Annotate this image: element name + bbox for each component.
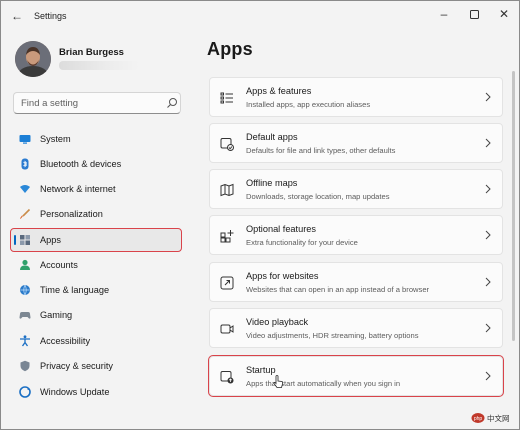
network-icon <box>20 185 30 193</box>
profile-photo <box>15 41 51 77</box>
sidebar-item-label: Accessibility <box>40 336 91 346</box>
avatar[interactable] <box>15 41 51 77</box>
sidebar-item-label: Apps <box>40 235 61 245</box>
startup-icon <box>220 371 234 384</box>
card-video-playback[interactable]: Video playback Video adjustments, HDR st… <box>209 308 503 348</box>
card-description: Extra functionality for your device <box>246 238 358 247</box>
card-description: Installed apps, app execution aliases <box>246 100 371 109</box>
sidebar-item-label: System <box>40 134 71 144</box>
update-icon <box>19 386 31 398</box>
shield-icon <box>20 360 30 372</box>
bluetooth-icon <box>21 158 29 170</box>
sidebar-item-gaming[interactable]: Gaming <box>11 304 181 326</box>
title-bar: ← Settings – ✕ <box>1 1 519 31</box>
selection-indicator <box>14 235 16 245</box>
optional-features-icon <box>220 230 234 243</box>
sidebar-item-label: Privacy & security <box>40 361 114 371</box>
php-logo-icon: php <box>471 413 485 423</box>
sidebar-item-label: Time & language <box>40 285 110 295</box>
minimize-button[interactable]: – <box>429 4 459 24</box>
watermark-text: 中文网 <box>487 414 510 423</box>
default-apps-icon <box>220 138 234 151</box>
sidebar-item-label: Accounts <box>40 260 78 270</box>
maximize-icon <box>469 10 479 20</box>
close-button[interactable]: ✕ <box>489 4 519 24</box>
card-apps-features[interactable]: Apps & features Installed apps, app exec… <box>209 77 503 117</box>
sidebar-item-network[interactable]: Network & internet <box>11 178 181 200</box>
watermark: php 中文网 <box>471 410 517 426</box>
card-title: Video playback <box>246 317 309 327</box>
back-arrow-icon[interactable]: ← <box>10 9 24 23</box>
sidebar-item-label: Bluetooth & devices <box>40 159 122 169</box>
settings-window: ← Settings – ✕ Brian Burgess System Bl <box>0 0 520 430</box>
list-icon <box>220 92 233 104</box>
chevron-right-icon <box>485 138 491 148</box>
card-startup[interactable]: Startup Apps that start automatically wh… <box>208 355 504 397</box>
globe-clock-icon <box>20 284 30 296</box>
sidebar-item-personalization[interactable]: Personalization <box>11 203 181 225</box>
video-icon <box>220 324 234 334</box>
card-apps-for-websites[interactable]: Apps for websites Websites that can open… <box>209 262 503 302</box>
person-icon <box>20 259 30 270</box>
sidebar-item-label: Windows Update <box>40 387 110 397</box>
card-title: Default apps <box>246 132 298 142</box>
sidebar-item-time-language[interactable]: Time & language <box>11 279 181 301</box>
card-description: Defaults for file and link types, other … <box>246 146 396 155</box>
card-title: Apps & features <box>246 86 312 96</box>
card-title: Startup <box>246 365 276 375</box>
sidebar-item-windows-update[interactable]: Windows Update <box>11 381 181 403</box>
sidebar-item-privacy-security[interactable]: Privacy & security <box>11 355 181 377</box>
search-box[interactable] <box>13 92 181 114</box>
card-title: Offline maps <box>246 178 298 188</box>
card-title: Optional features <box>246 224 316 234</box>
chevron-right-icon <box>485 184 491 194</box>
sidebar-item-apps[interactable]: Apps <box>10 228 182 252</box>
chevron-right-icon <box>485 323 491 333</box>
sidebar-item-system[interactable]: System <box>11 128 181 150</box>
chevron-right-icon <box>485 92 491 102</box>
card-description: Websites that can open in an app instead… <box>246 285 430 294</box>
maximize-button[interactable] <box>459 4 489 24</box>
card-title: Apps for websites <box>246 271 319 281</box>
sidebar-item-accounts[interactable]: Accounts <box>11 254 181 276</box>
search-input[interactable] <box>21 93 161 113</box>
card-optional-features[interactable]: Optional features Extra functionality fo… <box>209 215 503 255</box>
chevron-right-icon <box>485 277 491 287</box>
map-icon <box>220 183 234 197</box>
user-name: Brian Burgess <box>59 47 124 58</box>
svg-text:php: php <box>474 416 483 422</box>
window-title: Settings <box>34 11 67 21</box>
brush-icon <box>20 208 31 219</box>
card-description: Apps that start automatically when you s… <box>246 379 401 388</box>
apps-icon <box>20 235 30 245</box>
sidebar-item-label: Personalization <box>40 209 103 219</box>
chevron-right-icon <box>485 371 491 381</box>
user-email-blurred <box>59 61 139 70</box>
card-offline-maps[interactable]: Offline maps Downloads, storage location… <box>209 169 503 209</box>
system-icon <box>19 135 31 144</box>
chevron-right-icon <box>485 230 491 240</box>
search-icon[interactable] <box>166 97 178 109</box>
card-default-apps[interactable]: Default apps Defaults for file and link … <box>209 123 503 163</box>
card-description: Video adjustments, HDR streaming, batter… <box>246 331 419 340</box>
open-external-icon <box>220 276 234 290</box>
sidebar-item-label: Network & internet <box>40 184 116 194</box>
scrollbar[interactable] <box>512 71 515 341</box>
mouse-pointer-icon <box>273 375 284 388</box>
card-description: Downloads, storage location, map updates <box>246 192 390 201</box>
sidebar-item-bluetooth[interactable]: Bluetooth & devices <box>11 153 181 175</box>
accessibility-icon <box>20 335 30 347</box>
sidebar-item-label: Gaming <box>40 310 73 320</box>
gamepad-icon <box>19 312 31 319</box>
sidebar-item-accessibility[interactable]: Accessibility <box>11 330 181 352</box>
page-title: Apps <box>207 39 253 59</box>
